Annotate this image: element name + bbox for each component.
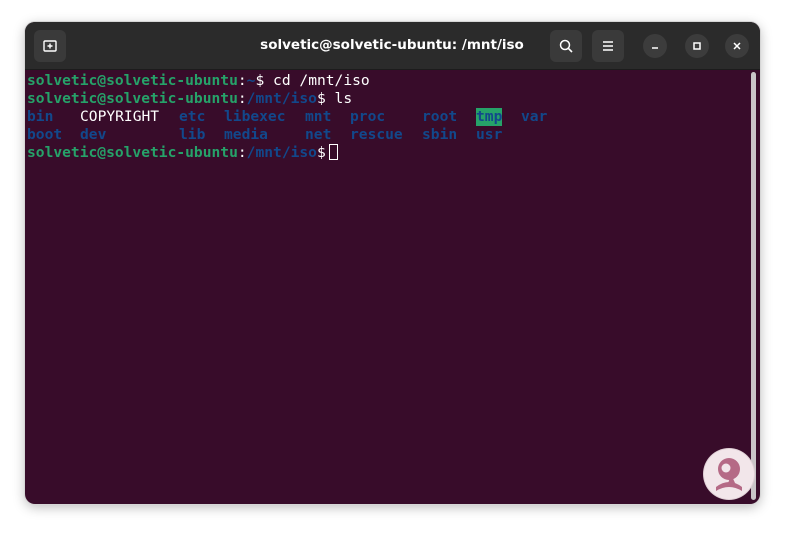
prompt-path: /mnt/iso: [246, 144, 317, 161]
ls-entry-dir: root: [422, 108, 458, 125]
terminal-line: solvetic@solvetic-ubuntu:/mnt/iso$: [27, 144, 747, 162]
scrollbar[interactable]: [751, 72, 756, 500]
prompt-separator: :: [237, 90, 247, 107]
ls-entry-file: COPYRIGHT: [80, 108, 160, 125]
maximize-button[interactable]: [685, 34, 709, 58]
minimize-button[interactable]: [643, 34, 667, 58]
prompt-user: solvetic@solvetic-ubuntu: [27, 90, 238, 107]
maximize-icon: [693, 42, 701, 50]
close-button[interactable]: [725, 34, 749, 58]
search-button[interactable]: [550, 30, 582, 62]
prompt-separator: :: [237, 72, 247, 89]
ls-entry-dir: sbin: [422, 126, 458, 143]
ls-entry-dir: proc: [350, 108, 386, 125]
terminal-line: solvetic@solvetic-ubuntu:~$ cd /mnt/iso: [27, 72, 747, 90]
ls-entry-dir: libexec: [224, 108, 286, 125]
terminal-window: solvetic@solvetic-ubuntu: /mnt/iso solve…: [25, 22, 760, 504]
new-tab-icon: [43, 40, 57, 52]
command-text: cd /mnt/iso: [264, 72, 370, 89]
prompt-user: solvetic@solvetic-ubuntu: [27, 72, 238, 89]
minimize-icon: [652, 47, 658, 49]
ls-entry-dir: mnt: [305, 108, 332, 125]
ls-entry-dir: dev: [80, 126, 107, 143]
ls-entry-dir: rescue: [350, 126, 403, 143]
terminal-line: solvetic@solvetic-ubuntu:/mnt/iso$ ls: [27, 90, 747, 108]
ls-entry-dir: lib: [179, 126, 206, 143]
ls-entry-dir: net: [305, 126, 332, 143]
ls-output-row: bin COPYRIGHT etc libexec mnt proc root …: [27, 108, 747, 126]
ls-entry-dir: etc: [179, 108, 206, 125]
window-title: solvetic@solvetic-ubuntu: /mnt/iso: [260, 37, 524, 53]
prompt-symbol: $: [255, 72, 265, 89]
terminal-output[interactable]: solvetic@solvetic-ubuntu:~$ cd /mnt/iso …: [27, 72, 747, 502]
hamburger-menu-icon: [603, 41, 613, 51]
ls-entry-dir: media: [224, 126, 268, 143]
prompt-path: /mnt/iso: [246, 90, 317, 107]
text-cursor: [328, 144, 338, 160]
menu-button[interactable]: [592, 30, 624, 62]
prompt-symbol: $: [316, 90, 326, 107]
ls-entry-dir: boot: [27, 126, 63, 143]
prompt-symbol: $: [316, 144, 326, 161]
ls-entry-sticky-dir: tmp: [476, 108, 503, 126]
search-icon: [559, 39, 573, 53]
command-text: ls: [325, 90, 353, 107]
prompt-user: solvetic@solvetic-ubuntu: [27, 144, 238, 161]
title-bar: solvetic@solvetic-ubuntu: /mnt/iso: [25, 22, 760, 70]
ls-entry-dir: usr: [476, 126, 503, 143]
close-icon: [733, 42, 741, 50]
ls-entry-dir: var: [521, 108, 548, 125]
new-tab-button[interactable]: [34, 30, 66, 62]
prompt-separator: :: [237, 144, 247, 161]
ls-output-row: boot dev lib media net rescue sbin usr: [27, 126, 747, 144]
ls-entry-dir: bin: [27, 108, 54, 125]
solvetic-logo-icon: [704, 449, 754, 499]
